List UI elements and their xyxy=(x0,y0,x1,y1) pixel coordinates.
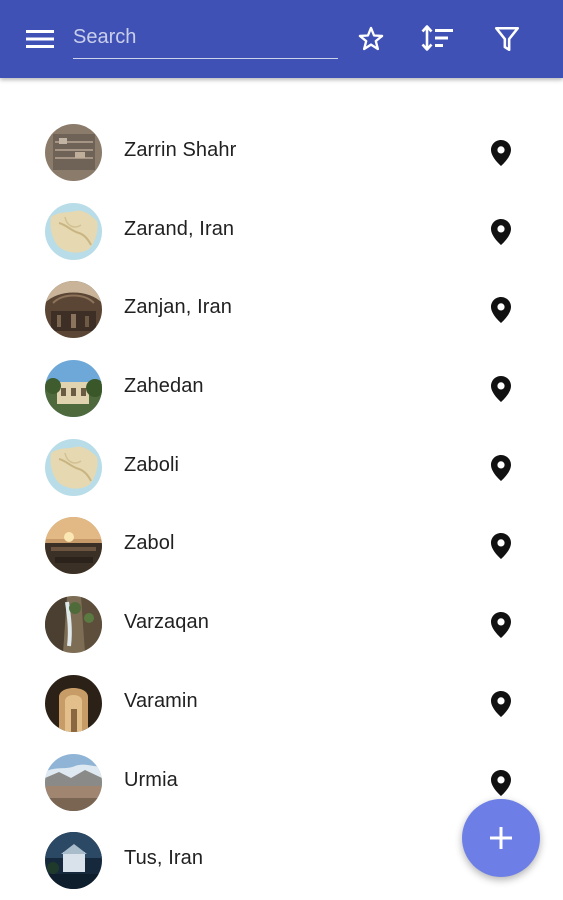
city-photo-thumbnail xyxy=(45,753,102,811)
city-photo-thumbnail xyxy=(45,674,102,732)
map-pin-icon[interactable] xyxy=(486,295,516,325)
city-name: Zarrin Shahr xyxy=(124,139,237,161)
city-photo-thumbnail xyxy=(45,517,102,575)
map-pin-icon[interactable] xyxy=(486,138,516,168)
list-item[interactable]: Zarand, Iran xyxy=(0,192,563,271)
add-icon xyxy=(490,827,512,849)
city-name: Zabol xyxy=(124,532,175,555)
city-photo-thumbnail xyxy=(45,281,102,339)
city-name: Zahedan xyxy=(124,375,204,398)
list-item[interactable]: Zabol xyxy=(0,506,563,585)
list-item[interactable]: Zaboli xyxy=(0,428,563,507)
city-photo-thumbnail xyxy=(45,124,102,181)
app-screen: Zarrin Shahr Zarand, Iran xyxy=(0,0,563,900)
sort-icon[interactable] xyxy=(419,20,457,58)
city-name: Zarand, Iran xyxy=(124,217,235,240)
add-button[interactable] xyxy=(462,799,540,877)
city-map-thumbnail xyxy=(45,202,102,260)
city-photo-thumbnail xyxy=(45,832,102,890)
city-photo-thumbnail xyxy=(45,596,102,654)
list-item[interactable]: Zarrin Shahr xyxy=(0,113,563,192)
map-pin-icon[interactable] xyxy=(486,610,516,640)
list-item[interactable]: Zanjan, Iran xyxy=(0,270,563,349)
city-name: Tus, Iran xyxy=(124,847,204,870)
city-photo-thumbnail xyxy=(45,360,102,418)
app-toolbar xyxy=(0,0,563,78)
city-name: Zaboli xyxy=(124,453,180,476)
map-pin-icon[interactable] xyxy=(486,768,516,798)
filter-icon[interactable] xyxy=(488,20,526,58)
city-name: Zanjan, Iran xyxy=(124,296,232,319)
map-pin-icon[interactable] xyxy=(486,374,516,404)
list-item[interactable]: Zahedan xyxy=(0,349,563,428)
list-item[interactable]: Varamin xyxy=(0,664,563,743)
city-map-thumbnail xyxy=(45,438,102,496)
menu-icon[interactable] xyxy=(21,20,59,58)
search-field xyxy=(73,18,338,59)
city-name: Varzaqan xyxy=(124,611,209,634)
list-item[interactable]: Varzaqan xyxy=(0,585,563,664)
city-list: Zarrin Shahr Zarand, Iran Zanjan, Iran Z… xyxy=(0,113,563,900)
star-outline-icon[interactable] xyxy=(352,20,390,58)
search-input[interactable] xyxy=(73,22,333,52)
city-name: Varamin xyxy=(124,689,198,712)
city-name: Urmia xyxy=(124,768,178,791)
map-pin-icon[interactable] xyxy=(486,217,516,247)
map-pin-icon[interactable] xyxy=(486,689,516,719)
map-pin-icon[interactable] xyxy=(486,531,516,561)
map-pin-icon[interactable] xyxy=(486,453,516,483)
